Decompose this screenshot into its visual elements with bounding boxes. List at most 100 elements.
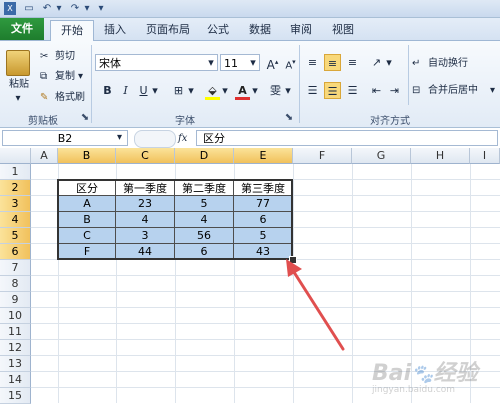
insert-function-icon[interactable]: fx <box>178 132 187 145</box>
table-cell[interactable]: 77 <box>234 196 293 212</box>
name-box-dropdown-icon[interactable]: ▾ <box>117 131 122 144</box>
undo-icon[interactable]: ↶ <box>40 2 54 15</box>
undo-dropdown-icon[interactable]: ▾ <box>54 2 64 15</box>
tab-page-layout[interactable]: 页面布局 <box>140 22 196 38</box>
tab-review[interactable]: 审阅 <box>286 22 316 38</box>
column-header-g[interactable]: G <box>352 148 411 164</box>
table-cell[interactable]: B <box>58 212 116 228</box>
paste-button[interactable]: 粘贴 <box>6 78 32 91</box>
column-header-e[interactable]: E <box>234 148 293 164</box>
row-header[interactable]: 4 <box>0 212 31 228</box>
column-header-f[interactable]: F <box>293 148 352 164</box>
column-header-i[interactable]: I <box>470 148 500 164</box>
clipboard-launcher-icon[interactable]: ⬊ <box>80 112 90 123</box>
shrink-font-icon[interactable]: A▾ <box>282 54 299 71</box>
table-cell[interactable]: 3 <box>116 228 175 244</box>
row-header[interactable]: 3 <box>0 196 31 212</box>
column-header-h[interactable]: H <box>411 148 470 164</box>
column-header-a[interactable]: A <box>31 148 58 164</box>
table-cell[interactable]: 5 <box>175 196 234 212</box>
formula-bar-splitter[interactable] <box>134 130 176 148</box>
paste-dropdown-icon[interactable]: ▾ <box>12 92 24 105</box>
align-top-icon[interactable]: ≡ <box>304 54 321 71</box>
select-all-corner[interactable] <box>0 148 31 164</box>
table-header-cell[interactable]: 第三季度 <box>234 180 293 196</box>
table-cell[interactable]: 56 <box>175 228 234 244</box>
align-right-icon[interactable]: ☰ <box>344 82 361 99</box>
increase-indent-icon[interactable]: ⇥ <box>386 82 403 99</box>
row-header[interactable]: 15 <box>0 388 31 404</box>
table-header-cell[interactable]: 第一季度 <box>116 180 175 196</box>
font-name-box[interactable]: 宋体 <box>95 54 218 71</box>
column-header-d[interactable]: D <box>175 148 234 164</box>
font-size-dropdown-icon[interactable]: ▾ <box>247 54 259 71</box>
row-header[interactable]: 10 <box>0 308 31 324</box>
row-header[interactable]: 8 <box>0 276 31 292</box>
table-cell[interactable]: 4 <box>116 212 175 228</box>
align-middle-icon[interactable]: ≡ <box>324 54 341 71</box>
tab-data[interactable]: 数据 <box>245 22 275 38</box>
redo-dropdown-icon[interactable]: ▾ <box>82 2 92 15</box>
redo-icon[interactable]: ↷ <box>68 2 82 15</box>
phonetic-guide-icon[interactable]: 雯 <box>267 82 284 99</box>
table-cell[interactable]: C <box>58 228 116 244</box>
tab-formulas[interactable]: 公式 <box>203 22 233 38</box>
row-header[interactable]: 9 <box>0 292 31 308</box>
row-header[interactable]: 14 <box>0 372 31 388</box>
table-cell[interactable]: 6 <box>175 244 234 260</box>
decrease-indent-icon[interactable]: ⇤ <box>368 82 385 99</box>
row-header[interactable]: 7 <box>0 260 31 276</box>
row-header[interactable]: 12 <box>0 340 31 356</box>
table-header-cell[interactable]: 第二季度 <box>175 180 234 196</box>
name-box[interactable]: B2 <box>2 130 128 146</box>
font-group-label: 字体 <box>175 116 195 127</box>
italic-button[interactable]: I <box>117 82 134 99</box>
align-bottom-icon[interactable]: ≡ <box>344 54 361 71</box>
orientation-dropdown-icon[interactable]: ▾ <box>384 54 394 71</box>
wrap-text-button[interactable]: 自动换行 <box>428 57 468 70</box>
fill-color-dropdown-icon[interactable]: ▾ <box>220 82 230 99</box>
borders-dropdown-icon[interactable]: ▾ <box>186 82 196 99</box>
row-header[interactable]: 5 <box>0 228 31 244</box>
row-header[interactable]: 11 <box>0 324 31 340</box>
row-header[interactable]: 13 <box>0 356 31 372</box>
table-cell[interactable]: 6 <box>234 212 293 228</box>
row-header[interactable]: 2 <box>0 180 31 196</box>
font-color-dropdown-icon[interactable]: ▾ <box>250 82 260 99</box>
save-icon[interactable]: ▭ <box>22 2 36 15</box>
table-cell[interactable]: A <box>58 196 116 212</box>
column-header-c[interactable]: C <box>116 148 175 164</box>
copy-button[interactable]: 复制 <box>55 70 75 83</box>
table-header-cell[interactable]: 区分 <box>58 180 116 196</box>
align-left-icon[interactable]: ☰ <box>304 82 321 99</box>
align-center-icon[interactable]: ☰ <box>324 82 341 99</box>
tab-home[interactable]: 开始 <box>50 20 94 42</box>
cut-button[interactable]: 剪切 <box>55 50 75 63</box>
formula-input[interactable]: 区分 <box>196 130 498 146</box>
table-cell[interactable]: 44 <box>116 244 175 260</box>
font-name-dropdown-icon[interactable]: ▾ <box>205 54 217 71</box>
tab-file[interactable]: 文件 <box>0 18 44 40</box>
merge-center-button[interactable]: 合并后居中 <box>428 84 478 97</box>
table-cell[interactable]: 23 <box>116 196 175 212</box>
column-header-b[interactable]: B <box>58 148 116 164</box>
text-orientation-icon[interactable]: ↗ <box>368 54 385 71</box>
format-painter-button[interactable]: 格式刷 <box>55 91 85 104</box>
copy-dropdown-icon[interactable]: ▾ <box>78 70 83 83</box>
row-header[interactable]: 1 <box>0 164 31 180</box>
phonetic-dropdown-icon[interactable]: ▾ <box>283 82 293 99</box>
underline-dropdown-icon[interactable]: ▾ <box>150 82 160 99</box>
tab-insert[interactable]: 插入 <box>100 22 130 38</box>
merge-dropdown-icon[interactable]: ▾ <box>490 84 495 97</box>
bold-button[interactable]: B <box>99 82 116 99</box>
table-cell[interactable]: 5 <box>234 228 293 244</box>
row-header[interactable]: 6 <box>0 244 31 260</box>
customize-quick-access-icon[interactable]: ▾ <box>96 2 106 15</box>
table-cell[interactable]: 4 <box>175 212 234 228</box>
font-launcher-icon[interactable]: ⬊ <box>284 112 294 123</box>
grow-font-icon[interactable]: A▴ <box>264 54 281 72</box>
borders-icon[interactable]: ⊞ <box>170 82 187 99</box>
table-cell[interactable]: F <box>58 244 116 260</box>
paste-icon[interactable] <box>6 50 30 76</box>
tab-view[interactable]: 视图 <box>328 22 358 38</box>
